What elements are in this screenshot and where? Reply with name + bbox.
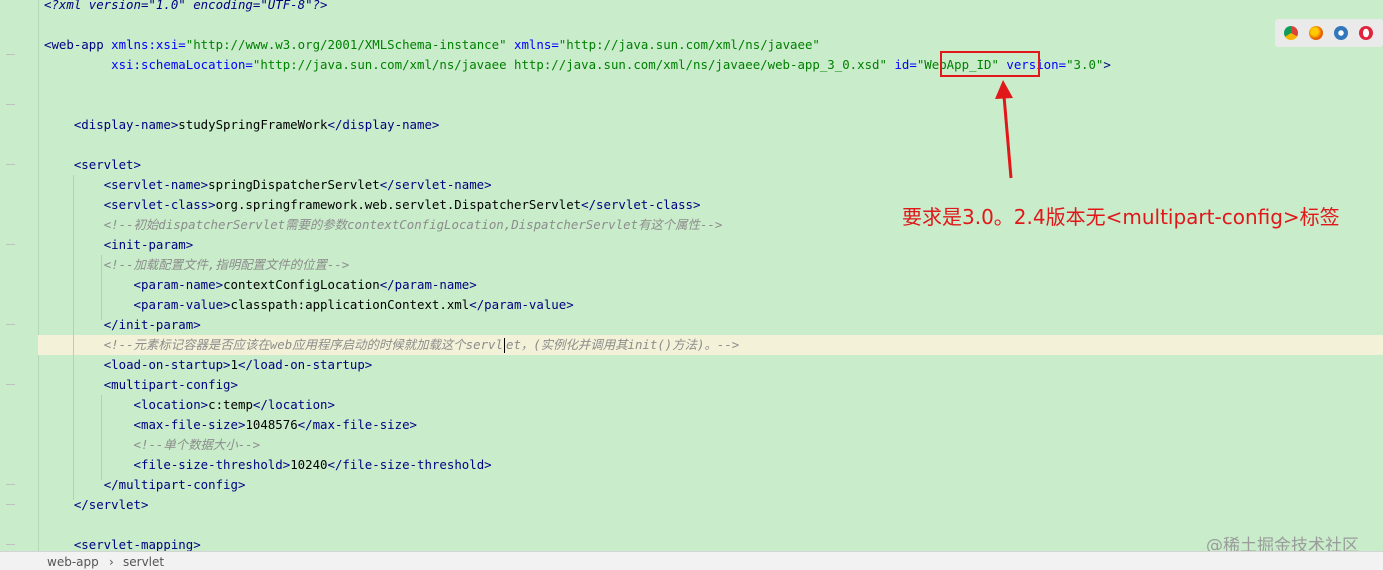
arrow-shaft xyxy=(1002,95,1013,179)
breadcrumb-item[interactable]: servlet xyxy=(123,555,164,569)
arrow-head xyxy=(995,80,1013,99)
browser-preview-bar xyxy=(1275,19,1383,47)
breadcrumb-separator: › xyxy=(109,555,114,569)
chrome-icon[interactable] xyxy=(1284,26,1298,40)
annotation-arrow xyxy=(995,80,1013,179)
breadcrumb-item[interactable]: web-app xyxy=(47,555,99,569)
annotation-note: 要求是3.0。2.4版本无<multipart-config>标签 xyxy=(902,205,1340,229)
breadcrumb-bar: web-app › servlet xyxy=(0,551,1383,570)
firefox-icon[interactable] xyxy=(1309,26,1323,40)
edge-icon[interactable] xyxy=(1334,26,1348,40)
opera-icon[interactable] xyxy=(1359,26,1373,40)
